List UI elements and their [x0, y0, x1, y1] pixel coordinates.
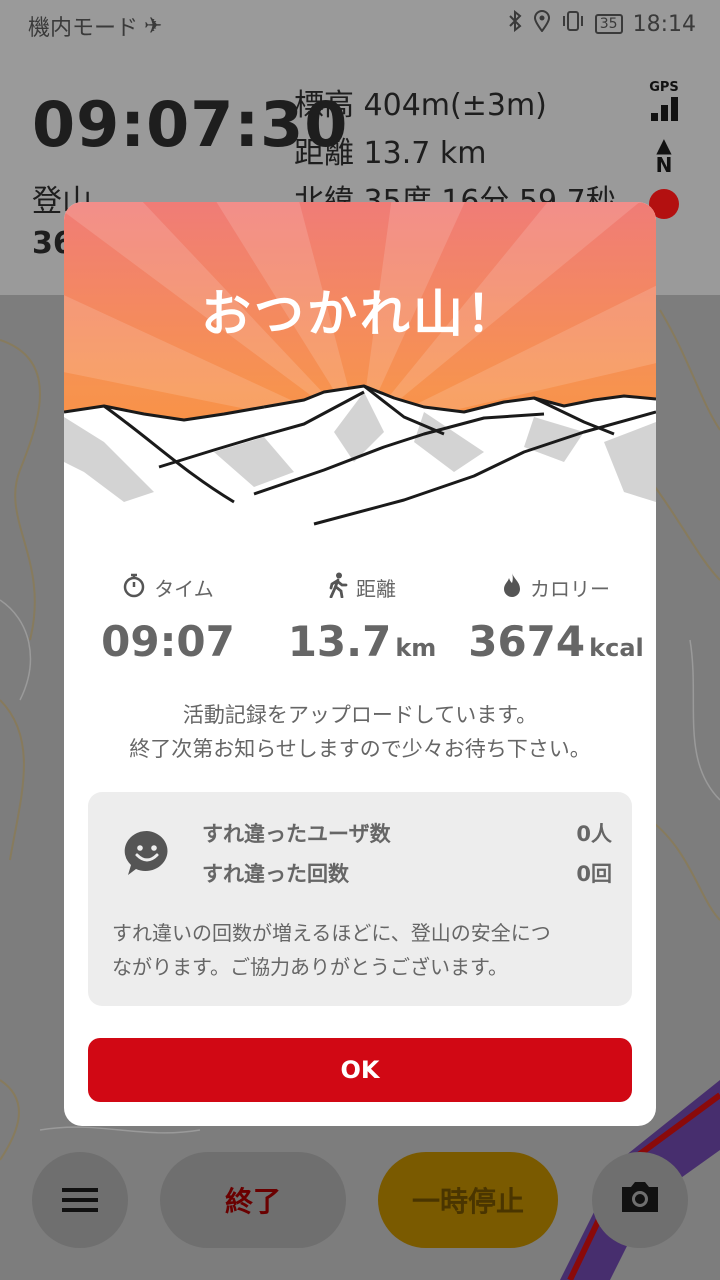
- passing-note-line2: ながります。ご協力ありがとうございます。: [112, 955, 508, 979]
- gps-label: GPS: [649, 80, 679, 95]
- stat-calorie-value: 3674: [468, 617, 586, 666]
- pause-button[interactable]: 一時停止: [378, 1152, 558, 1248]
- altitude-text: 標高 404m(±3m): [294, 88, 547, 123]
- passing-count-row: すれ違った回数 0回: [202, 858, 612, 888]
- summary-stats: タイム 09:07 距離 13.7 km カロリー 3674 kcal: [64, 572, 656, 672]
- stat-distance-value: 13.7: [287, 617, 392, 666]
- location-icon: [533, 10, 551, 38]
- stat-calorie-label: カロリー: [530, 577, 610, 601]
- stat-distance-unit: km: [395, 634, 437, 662]
- status-time: 18:14: [632, 11, 696, 37]
- airplane-icon: ✈: [144, 13, 163, 39]
- airplane-mode-label: 機内モード: [28, 16, 139, 41]
- dialog-banner: おつかれ山！: [64, 202, 656, 542]
- passing-note: すれ違いの回数が増えるほどに、登山の安全につ ながります。ご協力ありがとうござい…: [112, 916, 612, 984]
- stat-calorie-unit: kcal: [589, 634, 644, 662]
- upload-message-line1: 活動記録をアップロードしています。: [182, 703, 538, 727]
- passing-users-label: すれ違ったユーザ数: [202, 822, 391, 846]
- camera-icon: [618, 1179, 662, 1222]
- stat-time: タイム 09:07: [70, 572, 266, 666]
- compass-label: N: [655, 153, 673, 177]
- ok-button[interactable]: OK: [88, 1038, 632, 1102]
- compass-icon[interactable]: ▲ N: [644, 135, 684, 175]
- distance-text: 距離 13.7 km: [294, 136, 487, 171]
- passing-note-line1: すれ違いの回数が増えるほどに、登山の安全につ: [112, 921, 551, 945]
- chat-smiley-icon: [122, 828, 172, 882]
- stat-calorie: カロリー 3674 kcal: [458, 572, 654, 666]
- dialog-title: おつかれ山！: [201, 285, 519, 343]
- tracker-indicators: GPS ▲ N: [644, 80, 684, 219]
- upload-message: 活動記録をアップロードしています。 終了次第お知らせしますので少々お待ち下さい。: [64, 698, 656, 766]
- upload-message-line2: 終了次第お知らせしますので少々お待ち下さい。: [129, 737, 591, 761]
- passing-users-row: すれ違ったユーザ数 0人: [202, 818, 612, 848]
- passing-users-value: 0人: [576, 822, 612, 846]
- mountain-illustration: [64, 202, 656, 542]
- stat-distance-label: 距離: [356, 577, 396, 601]
- battery-indicator: 35: [594, 14, 623, 34]
- status-bar: 機内モード ✈ 35 18:14: [0, 0, 720, 50]
- bluetooth-icon: [507, 9, 523, 38]
- flame-icon: [502, 572, 522, 603]
- stat-time-label: タイム: [154, 577, 214, 601]
- end-button[interactable]: 終了: [160, 1152, 346, 1248]
- passing-count-value: 0回: [576, 862, 612, 886]
- gps-signal-icon: [644, 97, 684, 121]
- menu-button[interactable]: [32, 1152, 128, 1248]
- stat-distance: 距離 13.7 km: [264, 572, 460, 666]
- walking-icon: [328, 572, 348, 603]
- vibrate-icon: [561, 10, 585, 38]
- summit-dialog: おつかれ山！ タイム 09:07 距離 13.7 km カロリー 3674 kc…: [64, 202, 656, 1126]
- stopwatch-icon: [122, 572, 146, 603]
- hamburger-icon: [62, 1182, 98, 1218]
- stat-time-value: 09:07: [101, 617, 235, 666]
- passing-count-label: すれ違った回数: [202, 862, 349, 886]
- passing-info-box: すれ違ったユーザ数 0人 すれ違った回数 0回 すれ違いの回数が増えるほどに、登…: [88, 792, 632, 1006]
- camera-button[interactable]: [592, 1152, 688, 1248]
